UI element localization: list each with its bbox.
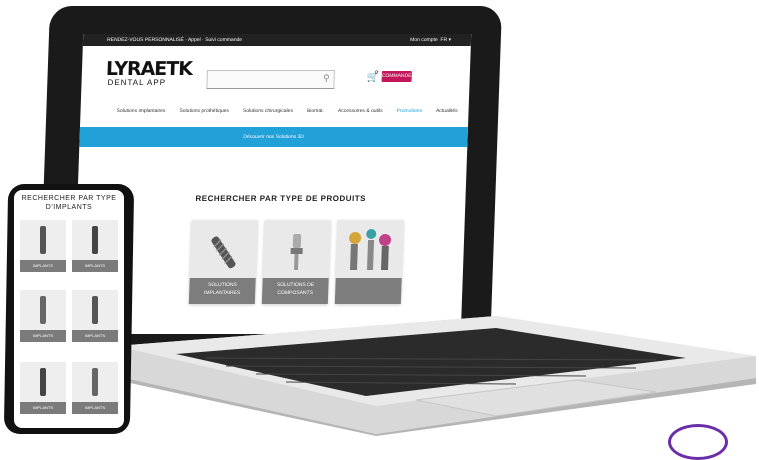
product-card-components[interactable]: SOLUTIONS DE COMPOSANTS [261, 220, 331, 304]
laptop-screen: RENDEZ-VOUS PERSONNALISÉ · Appel · Suivi… [72, 34, 472, 334]
nav-item-accessories[interactable]: Accessoires & outils [338, 108, 383, 118]
search-icon[interactable]: ⚲ [323, 73, 330, 84]
nav-item-biomat[interactable]: Biomat. [307, 108, 324, 118]
implant-icon [40, 296, 46, 324]
language-select[interactable]: FR ▾ [440, 37, 451, 43]
main-nav: Solutions implantaires Solutions prothét… [116, 108, 457, 118]
nav-item-implants[interactable]: Solutions implantaires [116, 108, 165, 118]
top-bar: RENDEZ-VOUS PERSONNALISÉ · Appel · Suivi… [82, 34, 472, 46]
card-caption: SOLUTIONS DE COMPOSANTS [261, 278, 329, 304]
nav-item-promotions[interactable]: Promotions [396, 108, 423, 118]
card-caption: SOLUTIONS IMPLANTAIRES [188, 278, 256, 304]
phone-screen: RECHERCHER PAR TYPE D'IMPLANTS IMPLANTS … [14, 190, 124, 428]
logo[interactable]: LYRAETK [106, 58, 193, 80]
implant-icon [40, 368, 46, 396]
phone-tile[interactable]: IMPLANTS [20, 290, 66, 342]
search-input[interactable]: ⚲ [206, 70, 335, 89]
product-card-implants[interactable]: SOLUTIONS IMPLANTAIRES [188, 220, 258, 304]
top-bar-text: RENDEZ-VOUS PERSONNALISÉ · Appel · Suivi… [106, 37, 243, 43]
implant-icon [92, 296, 98, 324]
phone-tile[interactable]: IMPLANTS [72, 290, 118, 342]
phone-tile[interactable]: IMPLANTS [20, 220, 66, 272]
cart-count: 0 [374, 70, 378, 76]
account-link[interactable]: Mon compte FR ▾ [410, 34, 451, 46]
nav-item-news[interactable]: Actualités [436, 108, 458, 118]
card-caption [334, 278, 402, 304]
phone-tile[interactable]: IMPLANTS [72, 362, 118, 414]
section-title: RECHERCHER PAR TYPE DE PRODUITS [195, 194, 367, 203]
promo-banner[interactable]: Découvrir nos Solutions 3D [79, 127, 468, 147]
phone-tile[interactable]: IMPLANTS [72, 220, 118, 272]
nav-item-prosthetics[interactable]: Solutions prothétiques [179, 108, 229, 118]
implant-icon [92, 226, 98, 254]
brand-badge [668, 424, 728, 460]
implant-icon [40, 226, 46, 254]
implant-screw-image [211, 236, 236, 269]
product-card-accessories[interactable] [334, 220, 404, 304]
cta-button[interactable]: COMMANDER [381, 71, 415, 82]
multi-components-image [349, 229, 392, 270]
laptop-base [116, 316, 756, 436]
phone-tile[interactable]: IMPLANTS [20, 362, 66, 414]
logo-subtitle: DENTAL APP [107, 78, 167, 87]
implant-icon [92, 368, 98, 396]
nav-item-surgical[interactable]: Solutions chirurgicales [243, 108, 293, 118]
phone-section-title: RECHERCHER PAR TYPE D'IMPLANTS [21, 195, 117, 211]
abutment-image [290, 234, 303, 270]
